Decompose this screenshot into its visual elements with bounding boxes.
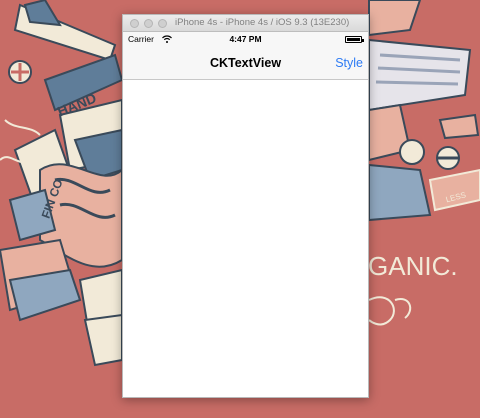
wallpaper-text-ganic: GANIC. [368, 251, 458, 281]
nav-title: CKTextView [209, 56, 282, 70]
minimize-window-button[interactable] [144, 19, 153, 28]
window-title: iPhone 4s - iPhone 4s / iOS 9.3 (13E230) [175, 17, 350, 28]
simulator-window: iPhone 4s - iPhone 4s / iOS 9.3 (13E230)… [122, 14, 369, 398]
ios-status-bar: Carrier 4:47 PM [123, 32, 368, 47]
text-view[interactable] [123, 80, 368, 397]
window-titlebar[interactable]: iPhone 4s - iPhone 4s / iOS 9.3 (13E230) [123, 15, 368, 32]
battery-icon [345, 36, 364, 43]
zoom-window-button[interactable] [158, 19, 167, 28]
navigation-bar: CKTextView Style [123, 47, 368, 80]
style-button[interactable]: Style [335, 56, 363, 70]
status-time: 4:47 PM [229, 34, 262, 44]
close-window-button[interactable] [130, 19, 139, 28]
